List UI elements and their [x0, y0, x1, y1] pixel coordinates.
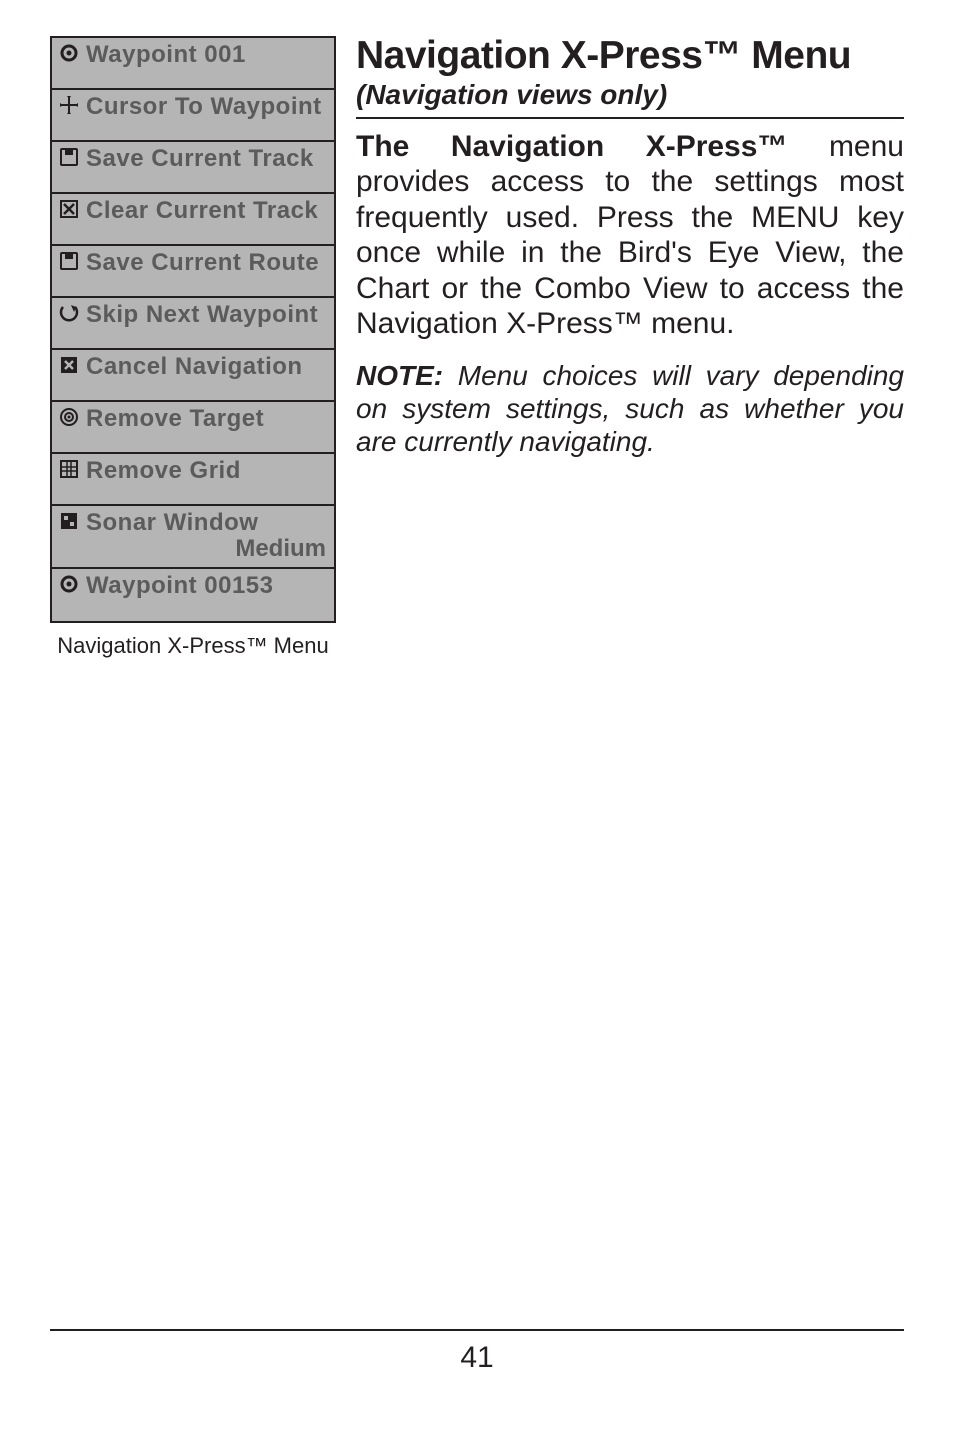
menu-item-remove-target[interactable]: Remove Target	[52, 402, 334, 454]
remove-target-icon	[58, 406, 80, 428]
menu-item-save-current-track[interactable]: Save Current Track	[52, 142, 334, 194]
menu-label: Remove Target	[86, 406, 264, 431]
menu-item-save-current-route[interactable]: Save Current Route	[52, 246, 334, 298]
menu-item-skip-next-waypoint[interactable]: Skip Next Waypoint	[52, 298, 334, 350]
waypoint-icon	[58, 573, 80, 595]
menu-label: Cancel Navigation	[86, 354, 303, 379]
waypoint-icon	[58, 42, 80, 64]
menu-item-cursor-to-waypoint[interactable]: Cursor To Waypoint	[52, 90, 334, 142]
menu-item-waypoint-001[interactable]: Waypoint 001	[52, 38, 334, 90]
nav-xpress-menu: Waypoint 001 Cursor To Waypoint Save Cur…	[50, 36, 336, 623]
menu-label: Waypoint 00153	[86, 573, 274, 598]
menu-label: Clear Current Track	[86, 198, 318, 223]
skip-waypoint-icon	[58, 302, 80, 324]
heading-rule	[356, 117, 904, 119]
clear-track-icon	[58, 198, 80, 220]
note-label: NOTE:	[356, 360, 443, 391]
menu-item-waypoint-00153[interactable]: Waypoint 00153	[52, 569, 334, 621]
menu-item-sonar-window[interactable]: Sonar Window Medium	[52, 506, 334, 569]
para-lead: The Navigation X-Press™	[356, 130, 787, 163]
menu-label: Waypoint 001	[86, 42, 246, 67]
cancel-nav-icon	[58, 354, 80, 376]
menu-label: Save Current Track	[86, 146, 314, 171]
menu-label: Remove Grid	[86, 458, 241, 483]
menu-label: Sonar Window	[86, 510, 258, 535]
menu-label: Skip Next Waypoint	[86, 302, 318, 327]
menu-label: Cursor To Waypoint	[86, 94, 322, 119]
page-subheading: (Navigation views only)	[356, 79, 904, 111]
sonar-window-icon	[58, 510, 80, 532]
menu-caption: Navigation X-Press™ Menu	[50, 633, 336, 659]
page-footer: 41	[50, 1329, 904, 1375]
note-paragraph: NOTE: Menu choices will vary depending o…	[356, 359, 904, 458]
menu-item-clear-current-track[interactable]: Clear Current Track	[52, 194, 334, 246]
menu-item-cancel-navigation[interactable]: Cancel Navigation	[52, 350, 334, 402]
page-heading: Navigation X-Press™ Menu	[356, 36, 904, 77]
remove-grid-icon	[58, 458, 80, 480]
menu-item-remove-grid[interactable]: Remove Grid	[52, 454, 334, 506]
page-number: 41	[460, 1341, 493, 1374]
cursor-to-waypoint-icon	[58, 94, 80, 116]
save-route-icon	[58, 250, 80, 272]
menu-value: Medium	[235, 535, 328, 563]
body-paragraph: The Navigation X-Press™ menu provides ac…	[356, 129, 904, 341]
save-track-icon	[58, 146, 80, 168]
menu-label: Save Current Route	[86, 250, 319, 275]
